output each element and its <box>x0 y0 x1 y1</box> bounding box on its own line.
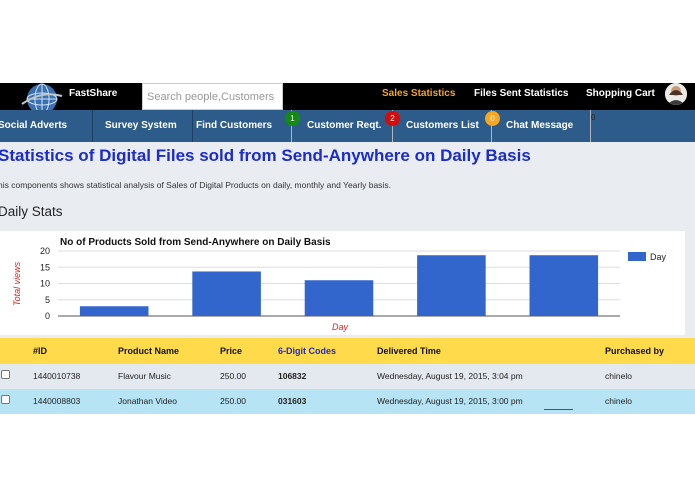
chart-y-tick-label: 10 <box>40 279 50 289</box>
nav-divider <box>192 110 193 142</box>
row-checkbox[interactable] <box>1 370 10 379</box>
cell-delivered-time: Wednesday, August 19, 2015, 3:04 pm <box>377 371 523 381</box>
cell-price: 250.00 <box>220 371 246 381</box>
chart-title: No of Products Sold from Send-Anywhere o… <box>60 237 331 248</box>
cell-price: 250.00 <box>220 396 246 406</box>
nav-customers-list[interactable]: Customers List <box>406 110 479 142</box>
column-header-delivered-time[interactable]: Delivered Time <box>377 338 441 364</box>
files-sent-statistics-link[interactable]: Files Sent Statistics <box>474 88 568 99</box>
search-input[interactable] <box>142 83 283 110</box>
column-header-codes[interactable]: 6-Digit Codes <box>278 338 336 364</box>
find-customers-count-badge: 1 <box>285 111 300 126</box>
cell-delivered-time: Wednesday, August 19, 2015, 3:00 pm <box>377 396 523 406</box>
table-header <box>0 338 695 364</box>
cell-id: 1440010738 <box>33 371 81 381</box>
chat-message-count: 0 <box>591 113 596 122</box>
nav-social-adverts[interactable]: Social Adverts <box>0 110 67 142</box>
column-header-purchased-by[interactable]: Purchased by <box>605 338 664 364</box>
column-header-id[interactable]: #ID <box>33 338 47 364</box>
nav-survey-system[interactable]: Survey System <box>105 110 177 142</box>
shopping-cart-link[interactable]: Shopping Cart <box>586 88 655 99</box>
table-row <box>0 364 695 389</box>
user-avatar[interactable] <box>665 83 687 105</box>
chart-y-tick-label: 20 <box>40 246 50 256</box>
cell-id: 1440008803 <box>33 396 81 406</box>
customer-reqt-count-badge: 2 <box>385 111 400 126</box>
chart-y-tick-label: 5 <box>45 295 50 305</box>
chart-x-axis-label: Day <box>332 322 349 332</box>
page-description: his components shows statistical analysi… <box>0 180 391 190</box>
chart-y-axis-label: Total views <box>12 261 22 306</box>
chart-bar[interactable] <box>304 280 374 316</box>
chart-y-tick-label: 0 <box>45 311 50 321</box>
cell-purchased-by: chinelo <box>605 371 632 381</box>
scroll-indicator <box>544 409 573 410</box>
chart-legend-label: Day <box>650 252 667 262</box>
nav-find-customers[interactable]: Find Customers <box>196 110 272 142</box>
chart-bar[interactable] <box>79 306 149 316</box>
sales-statistics-link[interactable]: Sales Statistics <box>382 88 455 99</box>
chart-bar[interactable] <box>417 255 486 316</box>
cell-code: 031603 <box>278 396 307 406</box>
nav-chat-message[interactable]: Chat Message <box>506 110 573 142</box>
cell-product-name: Jonathan Video <box>118 396 177 406</box>
cell-code: 106832 <box>278 371 307 381</box>
cell-product-name: Flavour Music <box>118 371 171 381</box>
chart-bar[interactable] <box>529 255 599 316</box>
page: { "header": { "brand": "FastShare", "sea… <box>0 0 695 494</box>
table-row <box>0 389 695 414</box>
column-header-price[interactable]: Price <box>220 338 242 364</box>
section-title: Daily Stats <box>0 204 63 219</box>
chart-bar[interactable] <box>192 271 261 316</box>
page-title: Statistics of Digital Files sold from Se… <box>0 146 531 165</box>
column-header-product-name[interactable]: Product Name <box>118 338 179 364</box>
nav-customer-reqt[interactable]: Customer Reqt. <box>307 110 381 142</box>
customers-list-count-badge: 0 <box>485 111 500 126</box>
chart-y-tick-label: 15 <box>40 262 50 272</box>
nav-divider <box>92 110 93 142</box>
brand-name[interactable]: FastShare <box>69 88 117 99</box>
chart-legend-swatch <box>628 252 646 261</box>
daily-sales-chart: 0 5 10 15 20 No of Products Sold from Send-A… <box>12 237 667 332</box>
cell-purchased-by: chinelo <box>605 396 632 406</box>
row-checkbox[interactable] <box>1 395 10 404</box>
